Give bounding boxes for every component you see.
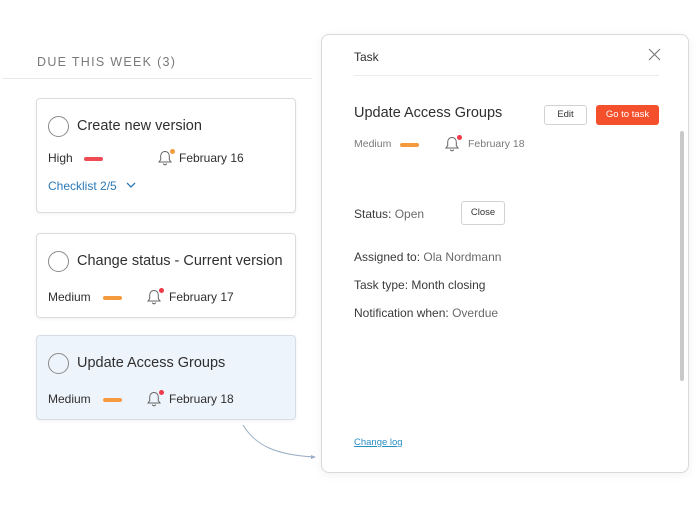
notification-dot <box>159 288 164 293</box>
task-card[interactable]: Change status - Current version Medium F… <box>36 233 296 318</box>
assigned-value: Ola Nordmann <box>423 250 502 264</box>
edit-button[interactable]: Edit <box>544 105 587 125</box>
due-date: February 17 <box>169 290 234 304</box>
notification-label: Notification when: <box>354 306 449 320</box>
bell-icon <box>146 390 164 408</box>
task-card-selected[interactable]: Update Access Groups Medium February 18 <box>36 335 296 420</box>
priority-medium-indicator <box>103 398 122 402</box>
due-date: February 16 <box>179 151 244 165</box>
priority-high-indicator <box>84 157 103 161</box>
panel-scrollbar[interactable] <box>680 131 684 381</box>
change-log-link[interactable]: Change log <box>354 437 403 448</box>
status-value: Open <box>394 207 425 221</box>
priority-label: Medium <box>48 392 91 406</box>
priority-label: High <box>48 151 73 165</box>
task-type-field: Task type: Month closing <box>354 278 485 292</box>
panel-title: Task <box>354 50 379 64</box>
priority-label: Medium <box>48 290 91 304</box>
status-label: Status: <box>354 207 392 221</box>
task-meta: Medium February 17 <box>48 288 234 305</box>
assigned-label: Assigned to: <box>354 250 421 264</box>
section-header: DUE THIS WEEK (3) <box>37 55 177 69</box>
bell-icon <box>157 149 175 167</box>
task-detail-panel: Task Update Access Groups Edit Go to tas… <box>321 34 689 473</box>
notification-dot <box>170 149 175 154</box>
task-meta: Medium February 18 <box>48 390 234 407</box>
panel-divider <box>354 75 659 76</box>
notification-field: Notification when: Overdue <box>354 306 498 320</box>
priority-medium-indicator <box>103 296 122 300</box>
notification-dot <box>457 135 462 140</box>
due-date: February 18 <box>169 392 234 406</box>
complete-checkbox[interactable] <box>48 251 69 272</box>
task-type-label: Task type: <box>354 278 409 292</box>
checklist-label: Checklist 2/5 <box>48 179 117 193</box>
bell-icon <box>146 288 164 306</box>
notification-value: Overdue <box>452 306 499 320</box>
close-icon[interactable] <box>648 48 661 61</box>
task-type-value: Month closing <box>411 278 486 292</box>
task-title: Change status - Current version <box>77 253 283 269</box>
bell-icon <box>444 135 462 153</box>
checklist-toggle[interactable]: Checklist 2/5 <box>48 179 136 193</box>
chevron-down-icon <box>126 179 136 193</box>
go-to-task-button[interactable]: Go to task <box>596 105 659 125</box>
detail-meta: Medium February 18 <box>354 135 525 152</box>
assigned-field: Assigned to: Ola Nordmann <box>354 250 501 264</box>
priority-medium-indicator <box>400 143 419 147</box>
complete-checkbox[interactable] <box>48 353 69 374</box>
complete-checkbox[interactable] <box>48 116 69 137</box>
status-field: Status: Open <box>354 207 424 221</box>
task-title: Update Access Groups <box>77 355 226 371</box>
task-title: Create new version <box>77 118 202 134</box>
priority-label: Medium <box>354 138 392 150</box>
section-divider <box>2 78 312 79</box>
notification-dot <box>159 390 164 395</box>
due-date: February 18 <box>468 138 525 150</box>
close-task-button[interactable]: Close <box>461 201 505 225</box>
detail-title: Update Access Groups <box>354 105 503 121</box>
task-meta: High February 16 <box>48 149 244 166</box>
task-card[interactable]: Create new version High February 16 Chec… <box>36 98 296 213</box>
